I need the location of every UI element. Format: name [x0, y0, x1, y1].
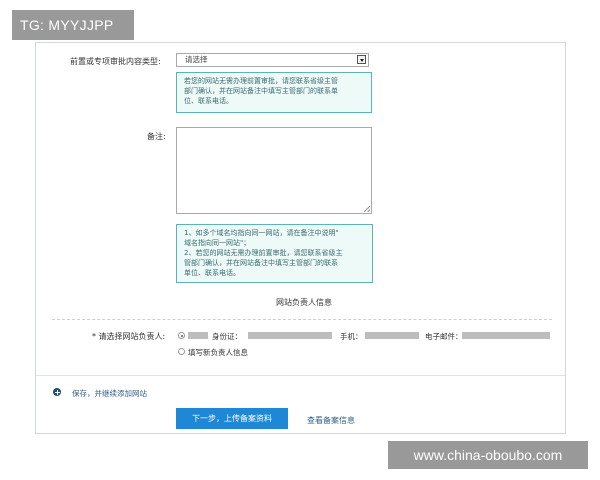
phone-label: 手机：	[340, 332, 363, 341]
radio-existing-person[interactable]	[178, 332, 185, 339]
resize-handle-icon[interactable]	[364, 206, 370, 212]
id-label: 身份证：	[212, 332, 242, 341]
redacted-phone	[365, 332, 419, 339]
redacted-email	[462, 332, 550, 339]
plus-circle-icon[interactable]	[53, 388, 61, 396]
remarks-label: 备注:	[147, 132, 166, 141]
radio-new-person[interactable]	[178, 348, 185, 355]
footer-divider	[36, 375, 565, 376]
redacted-id	[248, 332, 332, 339]
approval-tip: 若您的网站无需办理前置审批，请您联系省级主管 部门确认，并在网站备注中填写主管部…	[176, 72, 372, 113]
save-add-link[interactable]: 保存，并继续添加网站	[72, 388, 147, 399]
remarks-tip: 1、如多个域名均指向同一网站，请在备注中说明" 域名指向同一网站"； 2、若您的…	[176, 224, 373, 283]
watermark-top: TG: MYYJJPP	[12, 10, 134, 40]
chevron-down-icon[interactable]	[357, 55, 366, 64]
next-upload-button[interactable]: 下一步，上传备案资料	[176, 408, 288, 429]
watermark-bottom: www.china-oboubo.com	[388, 441, 588, 469]
new-person-label[interactable]: 填写新负责人信息	[188, 347, 248, 358]
responsible-select-label: * 请选择网站负责人:	[92, 332, 166, 341]
section-divider	[52, 319, 552, 320]
section-title-responsible: 网站负责人信息	[276, 298, 332, 307]
redacted-name	[188, 332, 208, 339]
view-record-link[interactable]: 查看备案信息	[307, 415, 355, 426]
approval-type-label: 前置或专项审批内容类型:	[70, 57, 161, 66]
email-label: 电子邮件：	[425, 332, 463, 341]
approval-type-select[interactable]: 请选择	[176, 53, 369, 67]
approval-type-selected: 请选择	[185, 55, 208, 64]
remarks-textarea[interactable]	[176, 127, 372, 214]
